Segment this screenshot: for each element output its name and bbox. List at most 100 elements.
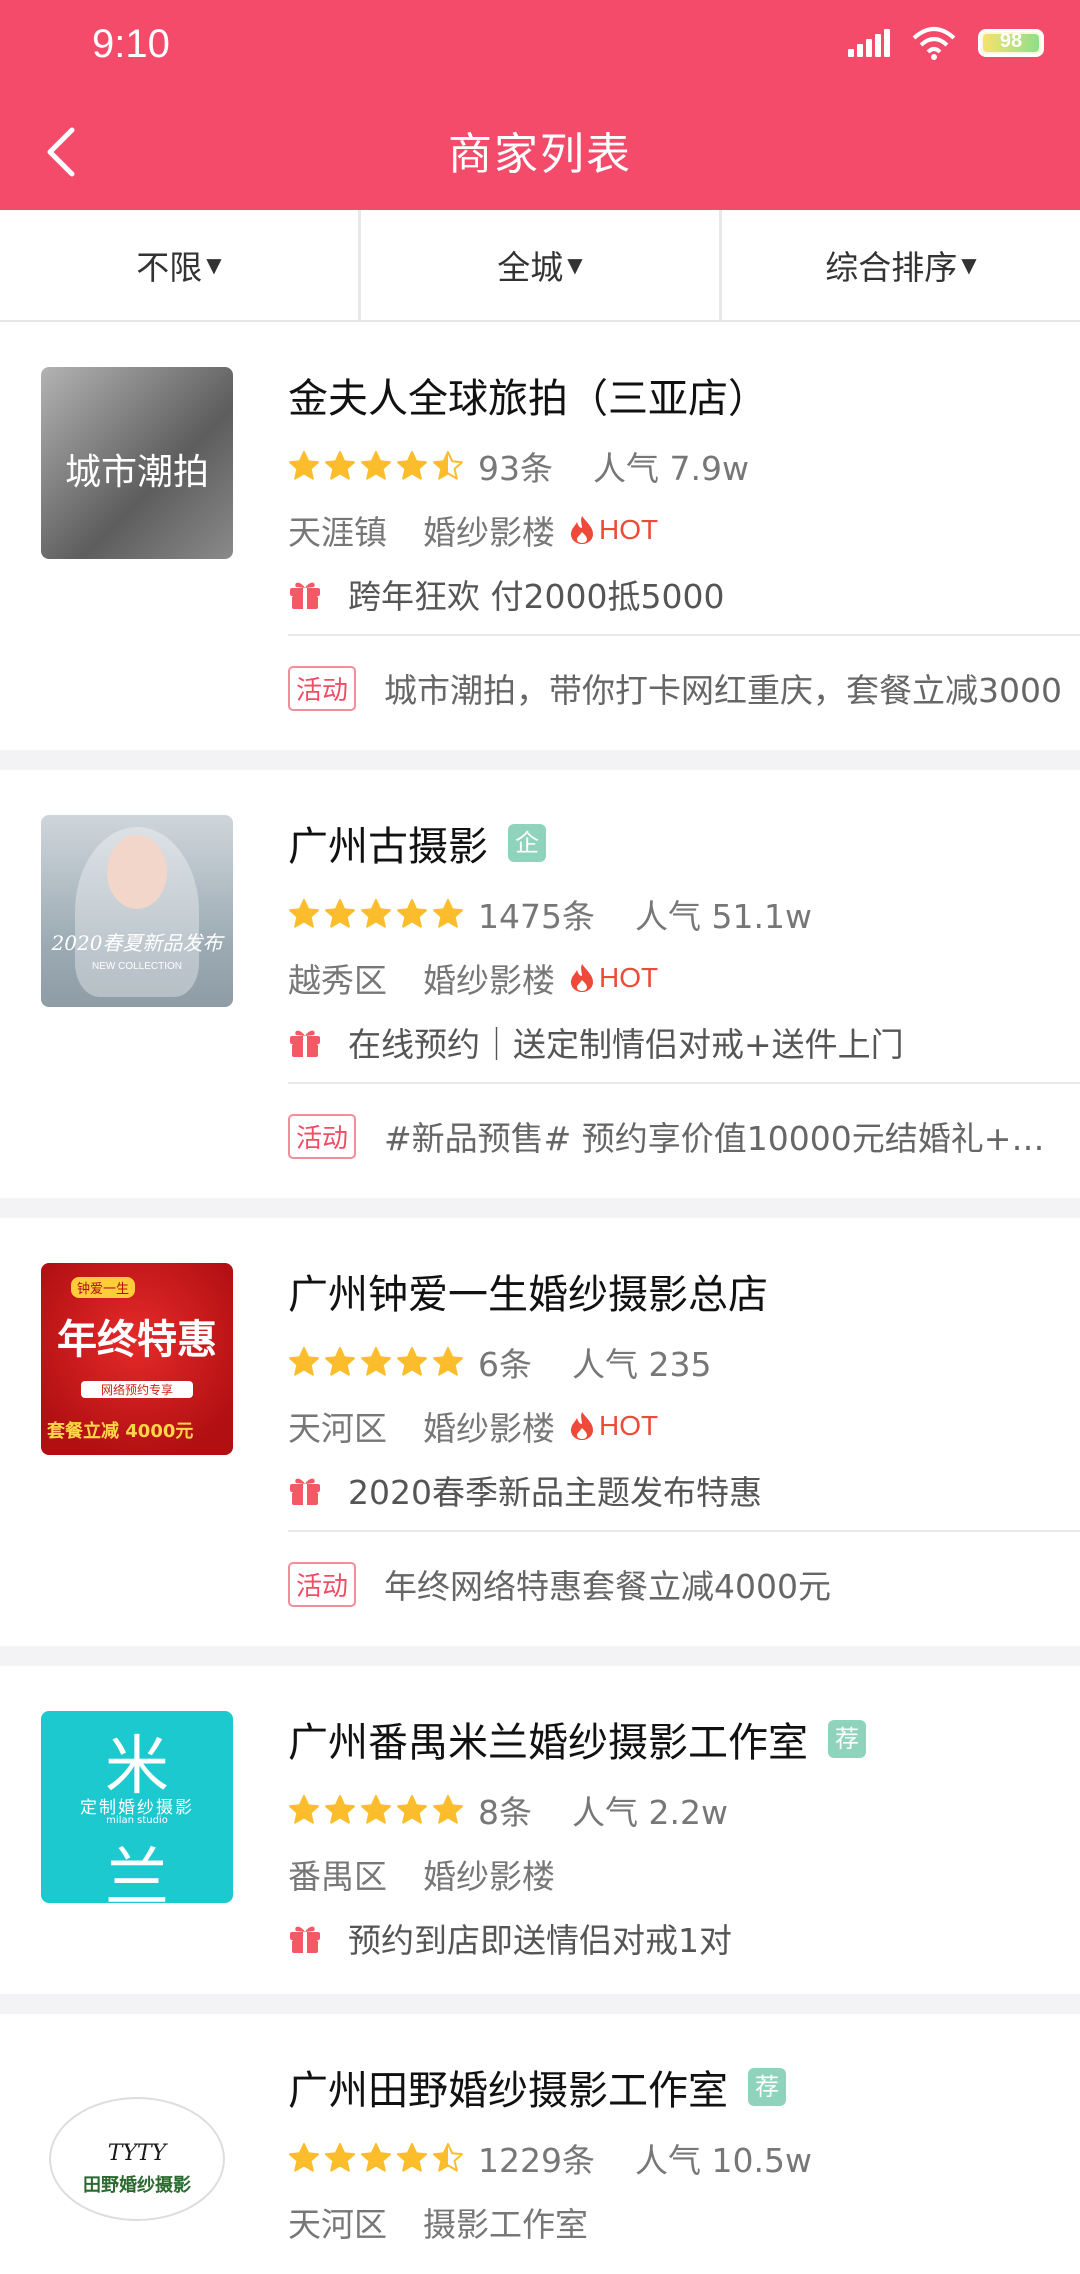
star-icon <box>289 899 319 928</box>
activity-row: 活动 #新品预售# 预约享价值10000元结婚礼+全新... <box>288 1112 1066 1160</box>
category: 婚纱影楼 <box>423 513 555 552</box>
store-name: 广州田野婚纱摄影工作室荐 <box>288 2058 786 2116</box>
thumb-subtext: NEW COLLECTION <box>91 961 182 972</box>
district: 番禺区 <box>288 1857 387 1896</box>
star-icon <box>361 1347 391 1376</box>
star-rating <box>288 898 464 930</box>
thumb-text: 2020春夏新品发布 <box>51 931 223 955</box>
popularity: 人气 235 <box>572 1345 712 1384</box>
store-meta: 天河区 摄影工作室 <box>288 2198 588 2246</box>
hot-badge: HOT <box>569 514 658 546</box>
review-count: 8条 <box>478 1793 532 1832</box>
star-icon <box>361 2143 391 2172</box>
popularity: 人气 51.1w <box>634 897 812 936</box>
thumb-ribbon: 钟爱一生 <box>71 1277 136 1298</box>
star-icon <box>325 1347 355 1376</box>
store-thumbnail: TYTY 田野婚纱摄影 <box>41 2059 233 2251</box>
store-name-text: 广州古摄影 <box>288 824 488 870</box>
store-name: 广州钟爱一生婚纱摄影总店 <box>288 1262 768 1320</box>
filter-area[interactable]: 全城 ▼ <box>361 210 722 320</box>
star-icon <box>397 899 427 928</box>
star-icon <box>289 1347 319 1376</box>
star-icon <box>289 451 319 480</box>
star-icon <box>433 2143 463 2172</box>
store-thumbnail: 城市潮拍 <box>41 367 233 559</box>
battery-icon: 98 <box>978 29 1044 57</box>
recommend-badge: 荐 <box>828 1720 866 1758</box>
caret-down-icon: ▼ <box>961 253 977 277</box>
gift-text: 在线预约｜送定制情侣对戒+送件上门 <box>348 1025 904 1064</box>
gift-promo: 2020春季新品主题发布特惠 <box>288 1466 762 1514</box>
divider <box>288 1530 1080 1532</box>
divider <box>288 634 1080 636</box>
gift-icon <box>290 1030 320 1057</box>
star-icon <box>397 2143 427 2172</box>
signal-icon <box>848 29 890 57</box>
review-count: 93条 <box>478 449 553 488</box>
filter-range[interactable]: 不限 ▼ <box>0 210 361 320</box>
store-name: 金夫人全球旅拍（三亚店） <box>288 366 768 424</box>
store-name: 广州古摄影企 <box>288 814 546 872</box>
review-count: 1229条 <box>478 2141 595 2180</box>
star-icon <box>325 2143 355 2172</box>
thumb-text: 年终特惠 <box>57 1317 217 1363</box>
star-icon <box>289 2143 319 2172</box>
category: 婚纱影楼 <box>423 1857 555 1896</box>
thumb-caption: milan studio <box>106 1815 168 1826</box>
store-name: 广州番禺米兰婚纱摄影工作室荐 <box>288 1710 866 1768</box>
district: 天河区 <box>288 1409 387 1448</box>
store-meta: 天涯镇 婚纱影楼 HOT <box>288 506 658 554</box>
store-rating: 1475条 人气 51.1w <box>288 890 812 938</box>
activity-badge: 活动 <box>288 1561 357 1607</box>
star-icon <box>325 451 355 480</box>
filter-area-label: 全城 <box>497 248 564 287</box>
store-rating: 1229条 人气 10.5w <box>288 2134 812 2182</box>
star-icon <box>325 899 355 928</box>
activity-badge: 活动 <box>288 665 357 711</box>
store-thumbnail: 米 定制婚纱摄影 milan studio 兰 <box>41 1711 233 1903</box>
star-icon <box>361 451 391 480</box>
thumb-subtext: 田野婚纱摄影 <box>83 2175 191 2196</box>
store-name-text: 金夫人全球旅拍（三亚店） <box>288 376 768 422</box>
store-rating: 93条 人气 7.9w <box>288 442 749 490</box>
thumb-subtext: 网络预约专享 <box>81 1381 193 1398</box>
store-meta: 越秀区 婚纱影楼 HOT <box>288 954 658 1002</box>
district: 天河区 <box>288 2205 387 2244</box>
battery-level: 98 <box>999 30 1023 52</box>
store-rating: 6条 人气 235 <box>288 1338 711 1386</box>
activity-row: 活动 城市潮拍，带你打卡网红重庆，套餐立减3000 <box>288 664 1066 712</box>
review-count: 6条 <box>478 1345 532 1384</box>
store-rating: 8条 人气 2.2w <box>288 1786 728 1834</box>
gift-icon <box>290 1926 320 1953</box>
store-card[interactable]: TYTY 田野婚纱摄影 广州田野婚纱摄影工作室荐 1229条 人气 10.5w … <box>0 2014 1080 2274</box>
star-icon <box>433 1347 463 1376</box>
activity-text: #新品预售# 预约享价值10000元结婚礼+全新... <box>384 1119 1066 1158</box>
star-rating <box>288 1346 464 1378</box>
divider <box>288 1082 1080 1084</box>
filter-sort[interactable]: 综合排序 ▼ <box>722 210 1080 320</box>
star-icon <box>361 1795 391 1824</box>
hot-label: HOT <box>599 962 659 993</box>
category: 婚纱影楼 <box>423 1409 555 1448</box>
star-icon <box>397 451 427 480</box>
fire-icon <box>571 964 593 992</box>
store-card[interactable]: 米 定制婚纱摄影 milan studio 兰 广州番禺米兰婚纱摄影工作室荐 8… <box>0 1666 1080 2014</box>
review-count: 1475条 <box>478 897 595 936</box>
store-name-text: 广州田野婚纱摄影工作室 <box>288 2068 728 2114</box>
gift-icon <box>290 582 320 609</box>
activity-text: 城市潮拍，带你打卡网红重庆，套餐立减3000 <box>384 671 1062 710</box>
store-card[interactable]: 钟爱一生 年终特惠 网络预约专享 套餐立减 4000元 广州钟爱一生婚纱摄影总店… <box>0 1218 1080 1666</box>
hot-label: HOT <box>599 1410 659 1441</box>
store-thumbnail: 钟爱一生 年终特惠 网络预约专享 套餐立减 4000元 <box>41 1263 233 1455</box>
gift-text: 2020春季新品主题发布特惠 <box>348 1473 762 1512</box>
star-icon <box>397 1347 427 1376</box>
store-card[interactable]: 2020春夏新品发布 NEW COLLECTION 广州古摄影企 1475条 人… <box>0 770 1080 1218</box>
star-icon <box>325 1795 355 1824</box>
thumb-text-2: 兰 <box>105 1842 169 1903</box>
star-icon <box>361 899 391 928</box>
thumb-offer: 套餐立减 4000元 <box>47 1421 194 1442</box>
gift-text: 跨年狂欢 付2000抵5000 <box>348 577 725 616</box>
activity-row: 活动 年终网络特惠套餐立减4000元 <box>288 1560 1066 1608</box>
popularity: 人气 10.5w <box>634 2141 812 2180</box>
store-card[interactable]: 城市潮拍 金夫人全球旅拍（三亚店） 93条 人气 7.9w 天涯镇 婚纱影楼 H… <box>0 322 1080 770</box>
